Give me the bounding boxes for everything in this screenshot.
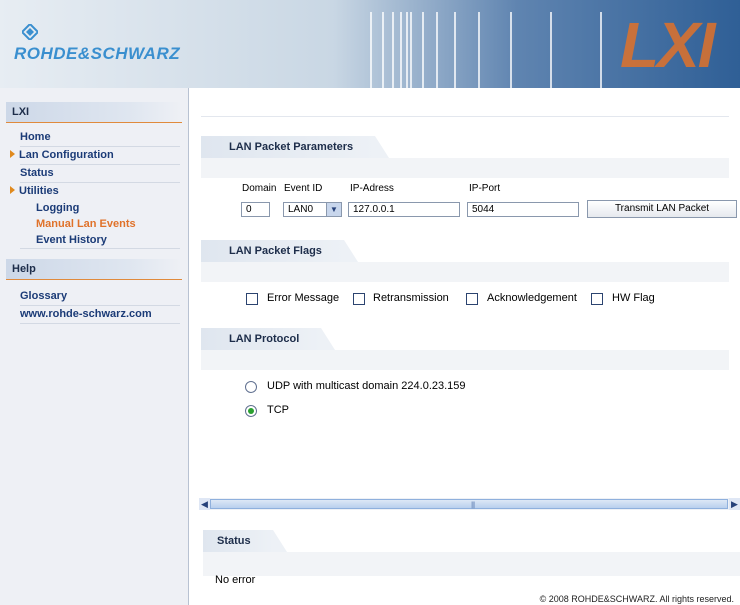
scroll-right-icon[interactable]: ▶ — [729, 498, 740, 510]
udp-label: UDP with multicast domain 224.0.23.159 — [267, 380, 466, 392]
sidebar-item-status[interactable]: Status — [20, 165, 180, 183]
section-title: LAN Protocol — [201, 328, 336, 350]
main-content: LAN Packet Parameters Domain Event ID IP… — [189, 88, 740, 605]
ip-port-label: IP-Port — [469, 183, 501, 194]
expand-arrow-icon — [10, 150, 15, 158]
brand-logo: ROHDE&SCHWARZ — [14, 24, 181, 64]
ip-address-field[interactable]: 127.0.0.1 — [348, 202, 460, 217]
ip-port-field[interactable]: 5044 — [467, 202, 579, 217]
hw-flag-label: HW Flag — [612, 292, 655, 304]
domain-field[interactable]: 0 — [241, 202, 270, 217]
sidebar-item-label: Lan Configuration — [19, 149, 114, 161]
sidebar-item-manual-lan-events[interactable]: Manual Lan Events — [20, 216, 180, 232]
sidebar-item-website[interactable]: www.rohde-schwarz.com — [20, 306, 180, 324]
section-band — [201, 158, 729, 178]
scroll-thumb[interactable]: |||| — [210, 499, 728, 509]
sidebar-item-home[interactable]: Home — [20, 129, 180, 147]
sidebar-item-utilities[interactable]: Utilities — [10, 183, 180, 200]
sidebar-nav: Home Lan Configuration Status Utilities … — [10, 129, 180, 249]
section-band — [203, 552, 740, 576]
retransmission-label: Retransmission — [373, 292, 449, 304]
event-id-value: LAN0 — [288, 204, 314, 215]
section-title: Status — [203, 530, 287, 552]
status-section: Status — [203, 530, 740, 576]
section-title: LAN Packet Parameters — [201, 136, 390, 158]
udp-radio[interactable] — [245, 381, 257, 393]
sidebar: LXI Home Lan Configuration Status Utilit… — [0, 88, 189, 605]
sidebar-section-lxi: LXI — [6, 102, 182, 123]
transmit-lan-packet-button[interactable]: Transmit LAN Packet — [587, 200, 737, 218]
lan-protocol-section: LAN Protocol — [201, 328, 729, 370]
retransmission-checkbox[interactable] — [353, 293, 365, 305]
ip-address-label: IP-Adress — [350, 183, 394, 194]
grip-icon: |||| — [471, 502, 475, 509]
sidebar-section-help: Help — [6, 259, 182, 280]
expand-arrow-icon — [10, 186, 15, 194]
sidebar-item-lan-configuration[interactable]: Lan Configuration — [10, 147, 180, 165]
event-id-select[interactable]: LAN0 ▼ — [283, 202, 342, 217]
sidebar-item-label: Utilities — [19, 185, 59, 197]
scroll-left-icon[interactable]: ◀ — [199, 498, 210, 510]
copyright: © 2008 ROHDE&SCHWARZ. All rights reserve… — [539, 594, 734, 604]
help-nav: Glossary www.rohde-schwarz.com — [20, 288, 180, 324]
error-message-checkbox[interactable] — [246, 293, 258, 305]
lxi-badge: LXI — [620, 9, 716, 81]
chevron-down-icon[interactable]: ▼ — [326, 203, 341, 216]
lan-packet-parameters-section: LAN Packet Parameters — [201, 136, 729, 178]
acknowledgement-checkbox[interactable] — [466, 293, 478, 305]
acknowledgement-label: Acknowledgement — [487, 292, 577, 304]
tcp-label: TCP — [267, 404, 289, 416]
hw-flag-checkbox[interactable] — [591, 293, 603, 305]
section-band — [201, 262, 729, 282]
event-id-label: Event ID — [284, 183, 323, 194]
horizontal-scrollbar[interactable]: ◀ |||| ▶ — [199, 498, 740, 510]
section-title: LAN Packet Flags — [201, 240, 358, 262]
sidebar-item-logging[interactable]: Logging — [20, 200, 180, 216]
header-decoration — [370, 12, 630, 88]
status-message: No error — [215, 574, 256, 586]
rs-diamond-icon — [22, 24, 38, 40]
domain-label: Domain — [242, 183, 277, 194]
section-band — [201, 350, 729, 370]
error-message-label: Error Message — [267, 292, 340, 304]
sidebar-item-glossary[interactable]: Glossary — [20, 288, 180, 306]
brand-name: ROHDE&SCHWARZ — [14, 44, 181, 63]
lan-packet-flags-section: LAN Packet Flags — [201, 240, 729, 282]
divider — [201, 116, 729, 117]
tcp-radio[interactable] — [245, 405, 257, 417]
page-header: ROHDE&SCHWARZ LXI — [0, 0, 740, 88]
sidebar-item-event-history[interactable]: Event History — [20, 232, 180, 249]
